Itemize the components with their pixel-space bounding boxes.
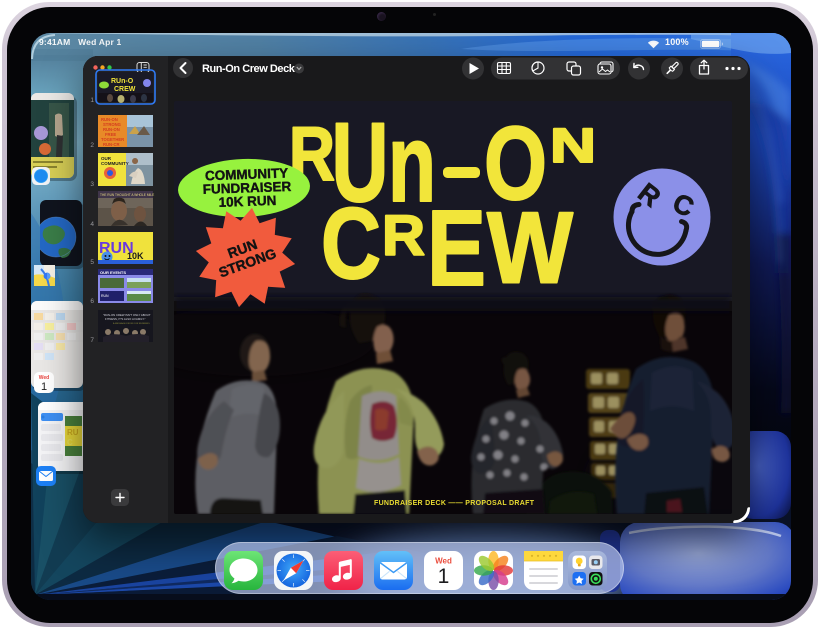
svg-text:R: R xyxy=(382,204,425,268)
svg-text:C: C xyxy=(67,438,73,447)
svg-text:N: N xyxy=(550,120,596,173)
svg-text:1: 1 xyxy=(90,97,94,104)
svg-text:RUN-CR: RUN-CR xyxy=(103,142,120,147)
svg-text:7: 7 xyxy=(90,337,94,344)
svg-text:5: 5 xyxy=(90,259,94,266)
svg-text:2: 2 xyxy=(90,142,94,149)
svg-text:1: 1 xyxy=(41,381,47,393)
svg-text:Run-On Crew Deck: Run-On Crew Deck xyxy=(202,63,296,75)
svg-text:W: W xyxy=(487,193,574,305)
svg-text:A MESSAGE FROM OUR RUNNERS: A MESSAGE FROM OUR RUNNERS xyxy=(113,322,150,325)
svg-text:C: C xyxy=(321,188,381,300)
svg-text:RUN: RUN xyxy=(101,294,109,298)
svg-text:6: 6 xyxy=(90,298,94,305)
svg-text:RU: RU xyxy=(67,428,79,437)
svg-text:3: 3 xyxy=(90,181,94,188)
svg-text:COMMUNITY: COMMUNITY xyxy=(101,161,129,166)
svg-text:1: 1 xyxy=(438,565,450,588)
svg-text:4: 4 xyxy=(90,221,94,228)
svg-text:FUNDRAISER DECK —— PROPOSAL DR: FUNDRAISER DECK —— PROPOSAL DRAFT xyxy=(374,500,535,507)
svg-text:10K RUN: 10K RUN xyxy=(218,193,276,210)
svg-text:E: E xyxy=(427,187,486,308)
svg-text:FITNESS, IT'S ALSO A FAMILY.": FITNESS, IT'S ALSO A FAMILY." xyxy=(105,317,146,321)
svg-text:RUn-O: RUn-O xyxy=(111,78,134,85)
svg-text:CREW: CREW xyxy=(114,86,136,93)
svg-text:OUR EVENTS: OUR EVENTS xyxy=(100,270,126,275)
svg-text:THE RUN THOUGHT A WHOLE MILE: THE RUN THOUGHT A WHOLE MILE xyxy=(100,193,154,197)
